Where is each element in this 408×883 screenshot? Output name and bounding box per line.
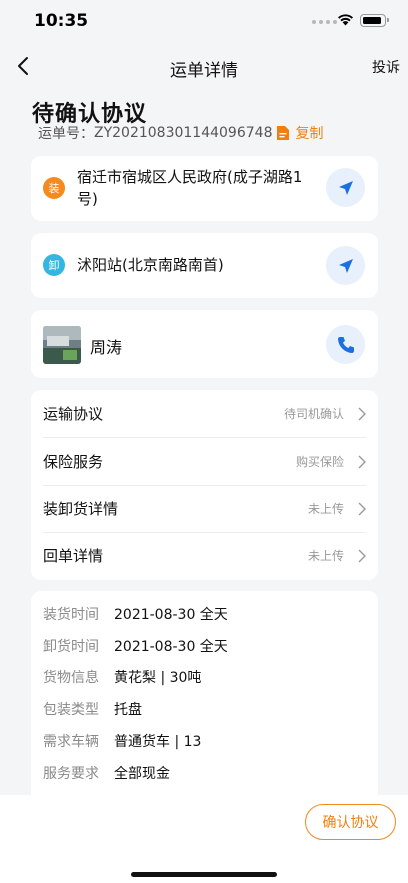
nav-bar: 运单详情 投诉 (0, 44, 408, 88)
menu-item-value: 未上传 (307, 502, 344, 516)
battery-icon (360, 14, 389, 27)
driver-avatar (43, 326, 81, 364)
info-row: 需求车辆 普通货车 | 13 (43, 731, 201, 751)
menu-item-insurance[interactable]: 保险服务 购买保险 (43, 438, 366, 485)
status-bar: 10:35 (0, 0, 408, 44)
info-value: 2021-08-30 全天 (114, 639, 228, 655)
cargo-info-card: 装货时间 2021-08-30 全天 卸货时间 2021-08-30 全天 货物… (31, 591, 378, 811)
info-value: 托盘 (114, 702, 142, 718)
menu-item-value: 未上传 (307, 549, 344, 563)
info-row: 装货时间 2021-08-30 全天 (43, 604, 228, 624)
call-driver-button[interactable] (326, 325, 365, 364)
driver-name: 周涛 (90, 338, 123, 357)
info-row: 卸货时间 2021-08-30 全天 (43, 636, 228, 656)
waybill-number: ZY202108301144096748 (94, 125, 273, 141)
info-key: 装货时间 (43, 607, 99, 623)
order-menu-card: 运输协议 待司机确认 保险服务 购买保险 装卸货详情 未上传 回单详情 未上传 (31, 390, 378, 580)
document-icon[interactable] (276, 125, 290, 141)
info-row: 服务要求 全部现金 (43, 763, 170, 783)
phone-icon (337, 336, 354, 353)
navigate-icon (338, 258, 353, 273)
chevron-right-icon (358, 455, 366, 468)
driver-card: 周涛 (31, 310, 378, 378)
menu-item-transport-agreement[interactable]: 运输协议 待司机确认 (43, 390, 366, 437)
loading-address-card: 装 宿迁市宿城区人民政府(成子湖路1号) (31, 156, 378, 221)
status-time: 10:35 (34, 11, 89, 31)
waybill-row: 运单号： ZY202108301144096748 复制 (38, 123, 323, 143)
menu-item-label: 运输协议 (43, 405, 104, 423)
unloading-navigate-button[interactable] (326, 246, 365, 285)
info-key: 需求车辆 (43, 734, 99, 750)
info-value: 2021-08-30 全天 (114, 607, 228, 623)
menu-item-loading-details[interactable]: 装卸货详情 未上传 (43, 485, 366, 532)
info-value: 黄花梨 | 30吨 (114, 670, 202, 686)
info-value: 全部现金 (114, 766, 170, 782)
wifi-icon (338, 14, 353, 26)
navigate-icon (338, 180, 353, 195)
bottom-action-bar: 确认协议 (0, 795, 408, 883)
waybill-label: 运单号： (38, 126, 94, 142)
info-row: 货物信息 黄花梨 | 30吨 (43, 667, 201, 687)
page-title: 运单详情 (170, 61, 238, 81)
loading-badge: 装 (43, 177, 65, 199)
chevron-right-icon (358, 549, 366, 562)
complaint-button[interactable]: 投诉 (372, 57, 400, 77)
menu-item-label: 回单详情 (43, 547, 104, 565)
chevron-right-icon (358, 502, 366, 515)
info-key: 卸货时间 (43, 639, 99, 655)
info-key: 服务要求 (43, 766, 99, 782)
signal-icon (312, 20, 337, 24)
menu-item-value: 购买保险 (295, 455, 344, 469)
menu-item-receipt-details[interactable]: 回单详情 未上传 (43, 532, 366, 579)
info-row: 包装类型 托盘 (43, 699, 142, 719)
unloading-badge: 卸 (43, 254, 65, 276)
loading-address: 宿迁市宿城区人民政府(成子湖路1号) (77, 168, 303, 208)
menu-item-value: 待司机确认 (283, 407, 344, 421)
unloading-address-card: 卸 沭阳站(北京南路南首) (31, 233, 378, 298)
info-value: 普通货车 | 13 (114, 734, 202, 750)
loading-navigate-button[interactable] (326, 168, 365, 207)
menu-item-label: 装卸货详情 (43, 500, 119, 518)
chevron-right-icon (358, 407, 366, 420)
menu-item-label: 保险服务 (43, 453, 104, 471)
confirm-agreement-button[interactable]: 确认协议 (305, 804, 396, 840)
unloading-address: 沭阳站(北京南路南首) (77, 256, 224, 274)
home-indicator (131, 872, 277, 877)
info-key: 包装类型 (43, 702, 99, 718)
info-key: 货物信息 (43, 670, 99, 686)
copy-button[interactable]: 复制 (295, 123, 323, 143)
